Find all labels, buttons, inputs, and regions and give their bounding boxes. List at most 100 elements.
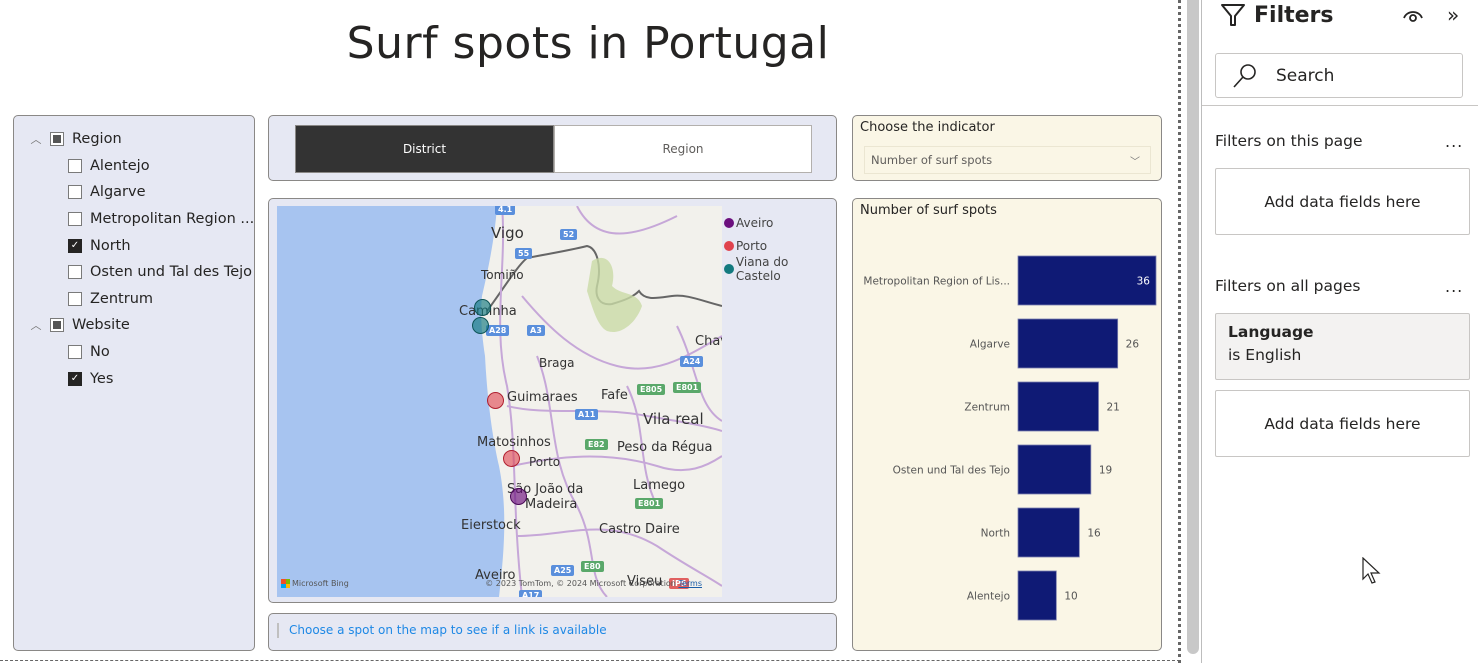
filters-pane: Filters » Filters on this page ... Add d…: [1202, 0, 1478, 663]
dropdown-value: Number of surf spots: [871, 153, 993, 167]
slicer-item-label: No: [90, 344, 110, 361]
indicator-dropdown[interactable]: Number of surf spots ﹀: [864, 146, 1151, 174]
more-options-icon[interactable]: ...: [1445, 277, 1463, 296]
map-copyright: © 2023 TomTom, © 2024 Microsoft Corporat…: [485, 579, 702, 588]
map-place-label: Madeira: [525, 497, 578, 512]
link-hint-text[interactable]: Choose a spot on the map to see if a lin…: [277, 623, 607, 638]
map-place-label: Porto: [529, 455, 561, 469]
road-shield: E801: [635, 498, 664, 509]
collapse-pane-icon[interactable]: »: [1447, 3, 1459, 27]
slicer-item-north[interactable]: ✓ North: [14, 232, 254, 259]
filter-card-field: Language: [1228, 323, 1314, 341]
this-page-dropzone[interactable]: Add data fields here: [1215, 168, 1470, 235]
map-place-label: Eierstock: [461, 518, 521, 533]
filter-funnel-icon: [1221, 4, 1245, 26]
filters-title: Filters: [1254, 2, 1334, 28]
road-shield: 4.1: [495, 206, 516, 215]
slicer-group-label: Region: [72, 131, 122, 148]
slicer-group-website[interactable]: ︿ Website: [14, 312, 254, 339]
road-shield: E801: [673, 382, 702, 393]
map-place-label: Tomiño: [481, 268, 524, 282]
canvas-border: [0, 660, 1180, 661]
checkbox-partial[interactable]: [50, 132, 64, 147]
bar[interactable]: [1017, 507, 1080, 558]
checkbox-checked[interactable]: ✓: [68, 371, 82, 386]
slicer-item-label: Osten und Tal des Tejo: [90, 264, 253, 281]
surf-spot-porto[interactable]: [487, 392, 504, 409]
legend-dot-icon: [724, 263, 734, 274]
surf-spot-viana-do-castelo[interactable]: [474, 299, 491, 316]
slicer-item-algarve[interactable]: Algarve: [14, 179, 254, 206]
filters-search[interactable]: [1215, 53, 1463, 98]
slicer-item-yes[interactable]: ✓ Yes: [14, 365, 254, 392]
filter-card-condition: is English: [1228, 346, 1302, 364]
checkbox[interactable]: [68, 265, 82, 280]
surf-spot-aveiro[interactable]: [510, 488, 527, 505]
bar[interactable]: [1017, 255, 1157, 306]
bar[interactable]: [1017, 570, 1057, 621]
slicer-item-label: Yes: [90, 370, 114, 387]
slicer-item-metropolitan-region[interactable]: Metropolitan Region ...: [14, 206, 254, 233]
district-region-toggle: District Region: [268, 115, 837, 181]
map-visual: Vigo Tomiño Caminha Braga Guimaraes Fafe…: [268, 198, 837, 603]
surf-spot-viana-do-castelo[interactable]: [472, 317, 489, 334]
legend-item-viana-do-castelo[interactable]: Viana do Castelo: [724, 255, 836, 283]
vertical-scrollbar[interactable]: [1187, 0, 1199, 654]
slicer-item-no[interactable]: No: [14, 339, 254, 366]
checkbox-partial[interactable]: [50, 318, 64, 333]
bar[interactable]: [1017, 318, 1119, 369]
road-shield: A28: [486, 325, 510, 336]
search-input[interactable]: [1276, 65, 1456, 86]
map-canvas[interactable]: Vigo Tomiño Caminha Braga Guimaraes Fafe…: [277, 206, 722, 597]
slicer-item-osten-und-tal-des-tejo[interactable]: Osten und Tal des Tejo: [14, 259, 254, 286]
road-shield: A11: [575, 409, 599, 420]
checkbox[interactable]: [68, 345, 82, 360]
all-pages-dropzone[interactable]: Add data fields here: [1215, 390, 1470, 457]
legend-item-aveiro[interactable]: Aveiro: [724, 211, 836, 234]
road-shield: E82: [585, 439, 608, 450]
slicer-item-label: Algarve: [90, 184, 146, 201]
toggle-district-button[interactable]: District: [295, 125, 554, 173]
category-label: Zentrum: [964, 402, 1010, 414]
bar[interactable]: [1017, 381, 1099, 432]
terms-link[interactable]: Terms: [678, 579, 702, 588]
slicer-item-alentejo[interactable]: Alentejo: [14, 153, 254, 180]
search-icon: [1233, 63, 1256, 88]
chevron-up-icon[interactable]: ︿: [28, 317, 44, 333]
filter-card-language[interactable]: Language is English: [1215, 313, 1470, 380]
bar-chart-visual: Number of surf spots Metropolitan Region…: [852, 198, 1162, 651]
category-label: Alentejo: [967, 591, 1010, 603]
slicer-item-label: Zentrum: [90, 290, 154, 307]
checkbox-checked[interactable]: ✓: [68, 238, 82, 253]
road-shield: A3: [527, 325, 545, 336]
more-options-icon[interactable]: ...: [1445, 132, 1463, 151]
divider: [1202, 105, 1478, 106]
bar[interactable]: [1017, 444, 1092, 495]
checkbox[interactable]: [68, 185, 82, 200]
toggle-region-button[interactable]: Region: [554, 125, 812, 173]
data-label: 10: [1064, 591, 1077, 603]
report-title: Surf spots in Portugal: [346, 18, 830, 69]
chevron-up-icon[interactable]: ︿: [28, 131, 44, 147]
slicer-item-zentrum[interactable]: Zentrum: [14, 286, 254, 313]
map-place-label: Vigo: [491, 224, 524, 242]
road-shield: A17: [519, 590, 543, 597]
microsoft-logo-icon: [281, 579, 290, 588]
data-label: 26: [1126, 339, 1140, 351]
surf-spot-porto[interactable]: [503, 450, 520, 467]
slicer-group-region[interactable]: ︿ Region: [14, 126, 254, 153]
checkbox[interactable]: [68, 158, 82, 173]
data-label: 16: [1087, 528, 1101, 540]
map-place-label: Peso da Régua: [617, 440, 713, 455]
map-legend: Aveiro Porto Viana do Castelo: [724, 211, 836, 283]
data-label: 21: [1107, 402, 1120, 414]
legend-label: Aveiro: [736, 215, 774, 230]
legend-dot-icon: [724, 240, 734, 251]
hierarchy-slicer: ︿ Region Alentejo Algarve Metropolitan R…: [13, 115, 255, 651]
checkbox[interactable]: [68, 212, 82, 227]
eye-icon[interactable]: [1402, 4, 1424, 24]
chevron-down-icon[interactable]: ﹀: [1130, 153, 1140, 168]
checkbox[interactable]: [68, 291, 82, 306]
indicator-slicer: Choose the indicator Number of surf spot…: [852, 115, 1162, 181]
map-place-label: Chav: [695, 334, 722, 349]
